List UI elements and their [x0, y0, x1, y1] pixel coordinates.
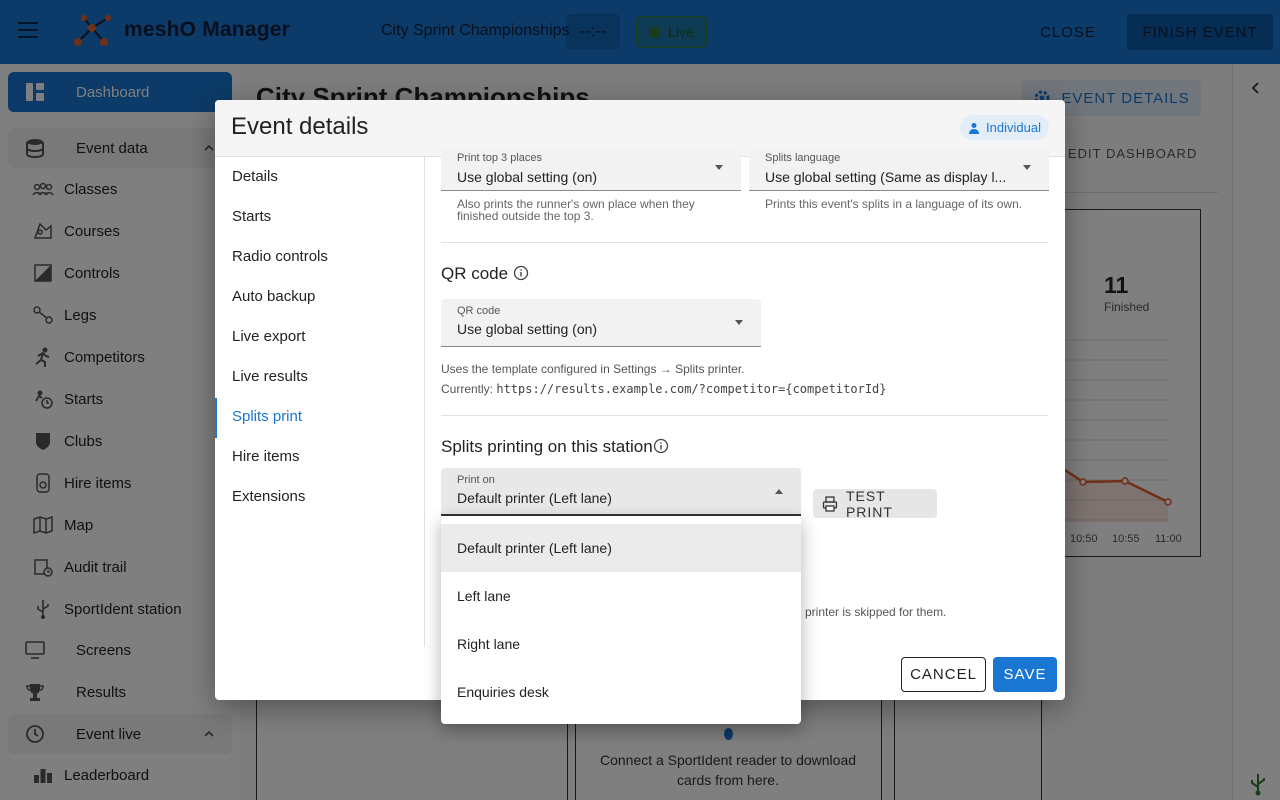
dialog-nav: Details Starts Radio controls Auto backu… — [215, 157, 425, 647]
menu-option-default-printer[interactable]: Default printer (Left lane) — [441, 524, 801, 572]
dialog-title: Event details — [231, 113, 369, 140]
menu-option-enquiries-desk[interactable]: Enquiries desk — [441, 668, 801, 716]
cancel-button[interactable]: CANCEL — [901, 657, 986, 692]
dialog-nav-auto-backup[interactable]: Auto backup — [232, 288, 315, 305]
info-icon[interactable] — [513, 265, 529, 281]
qr-current-prefix: Currently: — [441, 382, 494, 396]
field-value: Default printer (Left lane) — [457, 490, 612, 506]
dialog-header: Event details Individual — [215, 100, 1065, 157]
dialog-nav-live-export[interactable]: Live export — [232, 328, 305, 345]
info-icon[interactable] — [653, 438, 669, 454]
dialog-nav-radio-controls[interactable]: Radio controls — [232, 248, 328, 265]
station-section-title: Splits printing on this station — [441, 437, 653, 456]
dialog-nav-live-results[interactable]: Live results — [232, 368, 308, 385]
test-print-button[interactable]: TEST PRINT — [813, 487, 937, 520]
menu-option-right-lane[interactable]: Right lane — [441, 620, 801, 668]
dialog-nav-extensions[interactable]: Extensions — [232, 488, 305, 505]
field-value: Use global setting (on) — [457, 169, 598, 185]
qr-section-title: QR code — [441, 264, 509, 283]
menu-option-left-lane[interactable]: Left lane — [441, 572, 801, 620]
print-top3-helper: Also prints the runner's own place when … — [457, 197, 695, 223]
field-label: Print on — [457, 474, 495, 486]
print-on-select[interactable]: Print on Default printer (Left lane) — [441, 468, 801, 516]
dialog-nav-details[interactable]: Details — [232, 168, 278, 185]
field-label: QR code — [457, 305, 501, 317]
splits-language-select[interactable]: Splits language Use global setting (Same… — [749, 150, 1049, 191]
print-on-menu: Default printer (Left lane) Left lane Ri… — [441, 516, 801, 724]
field-label: Print top 3 places — [457, 152, 542, 164]
dialog-nav-splits-print[interactable]: Splits print — [232, 408, 302, 425]
test-print-label: TEST PRINT — [845, 487, 893, 520]
dropdown-arrow-icon — [1023, 165, 1031, 170]
qr-template-note: Uses the template configured in Settings… — [441, 362, 745, 376]
dropdown-arrow-icon — [715, 165, 723, 170]
qr-current-url: Currently: https://results.example.com/?… — [441, 382, 887, 396]
dropdown-arrow-up-icon — [775, 489, 783, 494]
dialog-nav-starts[interactable]: Starts — [232, 208, 271, 225]
field-label: Splits language — [765, 152, 841, 164]
station-skip-note: printer is skipped for them. — [805, 605, 947, 619]
save-button[interactable]: SAVE — [993, 657, 1057, 692]
splits-language-helper: Prints this event's splits in a language… — [765, 197, 1023, 211]
active-nav-indicator — [215, 398, 217, 438]
event-mode-label: Individual — [986, 120, 1041, 135]
printer-icon — [822, 495, 838, 512]
dropdown-arrow-icon — [735, 320, 743, 325]
dialog-nav-hire-items[interactable]: Hire items — [232, 448, 300, 465]
section-divider — [441, 242, 1048, 243]
qr-url-value: https://results.example.com/?competitor=… — [496, 382, 887, 396]
qr-code-select[interactable]: QR code Use global setting (on) — [441, 299, 761, 347]
field-value: Use global setting (Same as display l... — [765, 169, 1007, 185]
print-top3-select[interactable]: Print top 3 places Use global setting (o… — [441, 150, 741, 191]
section-divider — [441, 415, 1048, 416]
field-value: Use global setting (on) — [457, 321, 598, 337]
event-mode-chip: Individual — [960, 115, 1049, 140]
person-icon — [969, 122, 980, 134]
